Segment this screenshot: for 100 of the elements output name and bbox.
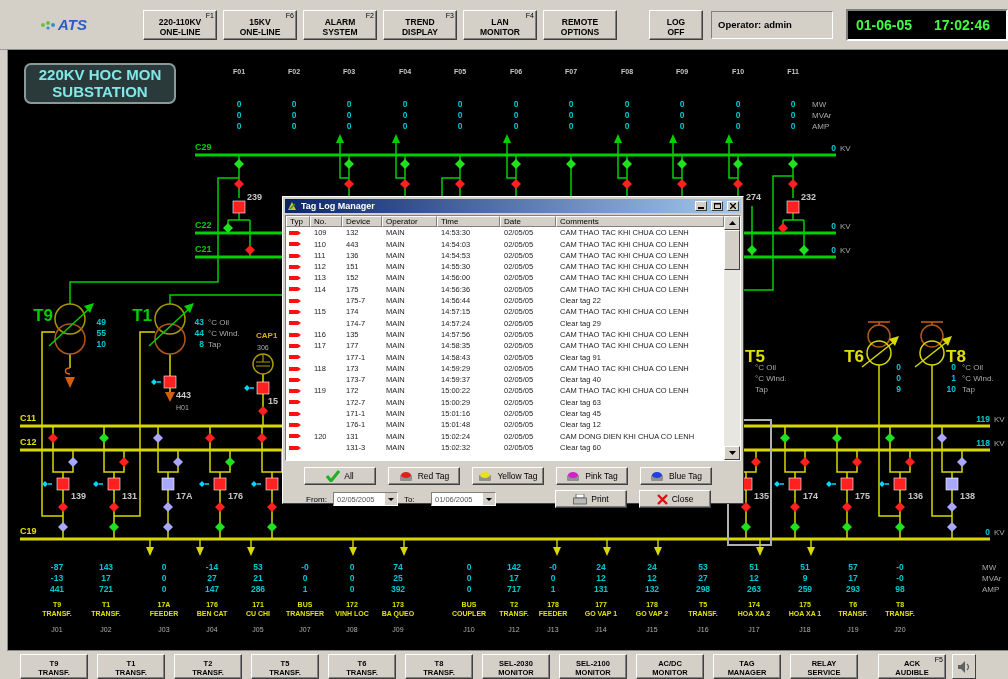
disconnector-icon[interactable]: [245, 245, 255, 255]
disconnector-icon[interactable]: [751, 457, 761, 467]
column-header[interactable]: Date: [500, 216, 556, 228]
disconnector-icon[interactable]: [511, 159, 521, 169]
disconnector-icon[interactable]: [267, 522, 277, 532]
disconnector-icon[interactable]: [905, 457, 915, 467]
disconnector-icon[interactable]: [800, 457, 810, 467]
disconnector-icon[interactable]: [799, 245, 809, 255]
column-header[interactable]: Typ: [286, 216, 310, 228]
disconnector-icon[interactable]: [511, 179, 521, 189]
maximize-button[interactable]: [711, 201, 723, 211]
disconnector-icon[interactable]: [622, 179, 632, 189]
disconnector-icon[interactable]: [842, 522, 852, 532]
disconnector-icon[interactable]: [58, 502, 68, 512]
disconnector-icon[interactable]: [895, 502, 905, 512]
breaker-icon[interactable]: [893, 477, 907, 491]
disconnector-icon[interactable]: [852, 457, 862, 467]
disconnector-icon[interactable]: [215, 522, 225, 532]
disconnector-icon[interactable]: [258, 406, 268, 416]
disconnector-icon[interactable]: [741, 502, 751, 512]
breaker-icon[interactable]: [788, 477, 802, 491]
disconnector-icon[interactable]: [790, 502, 800, 512]
disconnector-icon[interactable]: [455, 159, 465, 169]
disconnector-icon[interactable]: [947, 502, 957, 512]
minimize-button[interactable]: [695, 201, 707, 211]
toolbar-button[interactable]: REMOTE OPTIONS: [543, 9, 617, 40]
disconnector-icon[interactable]: [109, 522, 119, 532]
disconnector-icon[interactable]: [344, 179, 354, 189]
disconnector-icon[interactable]: [234, 159, 244, 169]
disconnector-icon[interactable]: [622, 159, 632, 169]
filter-button[interactable]: Blue Tag: [640, 467, 712, 485]
scroll-up-button[interactable]: [724, 216, 740, 230]
disconnector-icon[interactable]: [842, 502, 852, 512]
disconnector-icon[interactable]: [215, 502, 225, 512]
column-header[interactable]: Device: [342, 216, 382, 228]
breaker-icon[interactable]: [840, 477, 854, 491]
column-header[interactable]: Time: [437, 216, 500, 228]
scroll-thumb[interactable]: [724, 230, 740, 270]
disconnector-icon[interactable]: [778, 223, 788, 233]
filter-button[interactable]: Red Tag: [388, 467, 460, 485]
disconnector-icon[interactable]: [832, 433, 842, 443]
disconnector-icon[interactable]: [344, 159, 354, 169]
scroll-down-button[interactable]: [724, 446, 740, 460]
disconnector-icon[interactable]: [790, 522, 800, 532]
breaker-icon[interactable]: [232, 200, 246, 214]
disconnector-icon[interactable]: [58, 522, 68, 532]
disconnector-icon[interactable]: [677, 159, 687, 169]
disconnector-icon[interactable]: [400, 179, 410, 189]
disconnector-icon[interactable]: [48, 433, 58, 443]
disconnector-icon[interactable]: [173, 457, 183, 467]
disconnector-icon[interactable]: [747, 245, 757, 255]
breaker-icon[interactable]: [945, 477, 959, 491]
disconnector-icon[interactable]: [937, 433, 947, 443]
breaker-icon[interactable]: [786, 200, 800, 214]
breaker-icon[interactable]: [107, 477, 121, 491]
disconnector-icon[interactable]: [780, 433, 790, 443]
breaker-icon[interactable]: [163, 375, 177, 389]
disconnector-icon[interactable]: [99, 433, 109, 443]
column-header[interactable]: No.: [310, 216, 342, 228]
disconnector-icon[interactable]: [205, 433, 215, 443]
disconnector-icon[interactable]: [225, 457, 235, 467]
disconnector-icon[interactable]: [163, 502, 173, 512]
disconnector-icon[interactable]: [957, 457, 967, 467]
disconnector-icon[interactable]: [885, 433, 895, 443]
disconnector-icon[interactable]: [234, 179, 244, 189]
breaker-icon[interactable]: [256, 381, 270, 395]
filter-button[interactable]: All: [304, 467, 376, 485]
disconnector-icon[interactable]: [455, 179, 465, 189]
disconnector-icon[interactable]: [267, 502, 277, 512]
disconnector-icon[interactable]: [788, 179, 798, 189]
disconnector-icon[interactable]: [947, 522, 957, 532]
close-button[interactable]: Close: [639, 490, 711, 508]
print-button[interactable]: Print: [555, 490, 627, 508]
disconnector-icon[interactable]: [153, 433, 163, 443]
breaker-icon[interactable]: [265, 477, 279, 491]
disconnector-icon[interactable]: [68, 457, 78, 467]
disconnector-icon[interactable]: [257, 433, 267, 443]
disconnector-icon[interactable]: [677, 179, 687, 189]
breaker-icon[interactable]: [213, 477, 227, 491]
disconnector-icon[interactable]: [163, 522, 173, 532]
disconnector-icon[interactable]: [119, 457, 129, 467]
column-header[interactable]: Operator: [382, 216, 437, 228]
toolbar-button[interactable]: LOG OFF: [649, 9, 703, 40]
disconnector-icon[interactable]: [109, 502, 119, 512]
speaker-button[interactable]: [952, 654, 976, 679]
reading-value: 12: [647, 573, 657, 583]
disconnector-icon[interactable]: [566, 159, 576, 169]
column-header[interactable]: Comments: [556, 216, 724, 228]
close-button[interactable]: [727, 201, 739, 211]
filter-button[interactable]: Pink Tag: [556, 467, 628, 485]
disconnector-icon[interactable]: [788, 159, 798, 169]
disconnector-icon[interactable]: [733, 179, 743, 189]
disconnector-icon[interactable]: [741, 522, 751, 532]
breaker-icon[interactable]: [161, 477, 175, 491]
filter-button[interactable]: Yellow Tag: [472, 467, 544, 485]
disconnector-icon[interactable]: [895, 522, 905, 532]
disconnector-icon[interactable]: [223, 223, 233, 233]
disconnector-icon[interactable]: [733, 159, 743, 169]
breaker-icon[interactable]: [56, 477, 70, 491]
disconnector-icon[interactable]: [400, 159, 410, 169]
